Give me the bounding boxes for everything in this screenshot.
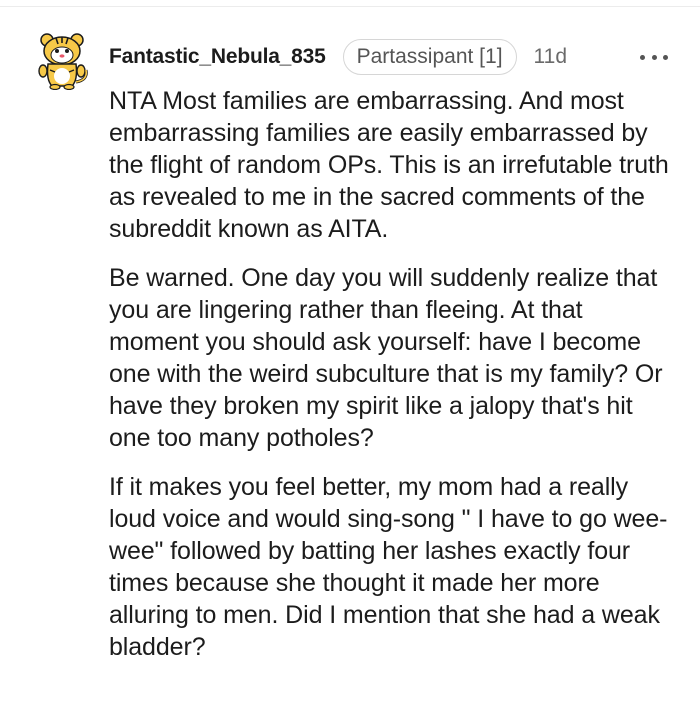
more-horizontal-icon [651,54,657,60]
comment: Fantastic_Nebula_835 Partassipant [1] 11… [0,0,700,720]
more-horizontal-icon [663,54,668,60]
tiger-snoo-avatar-icon [38,33,88,91]
comment-paragraph: If it makes you feel better, my mom had … [109,473,668,661]
more-options-button[interactable] [640,48,668,66]
comment-paragraph: NTA Most families are embarrassing. And … [109,87,669,243]
author-username[interactable]: Fantastic_Nebula_835 [109,45,326,69]
user-flair-badge: Partassipant [1] [342,39,517,75]
more-horizontal-icon [640,54,645,60]
comment-timestamp[interactable]: 11d [534,45,567,69]
comment-paragraph: Be warned. One day you will suddenly rea… [109,264,663,452]
user-avatar[interactable] [34,30,92,91]
comment-body: NTA Most families are embarrassing. And … [109,85,679,680]
comment-header: Fantastic_Nebula_835 Partassipant [1] 11… [109,36,567,78]
